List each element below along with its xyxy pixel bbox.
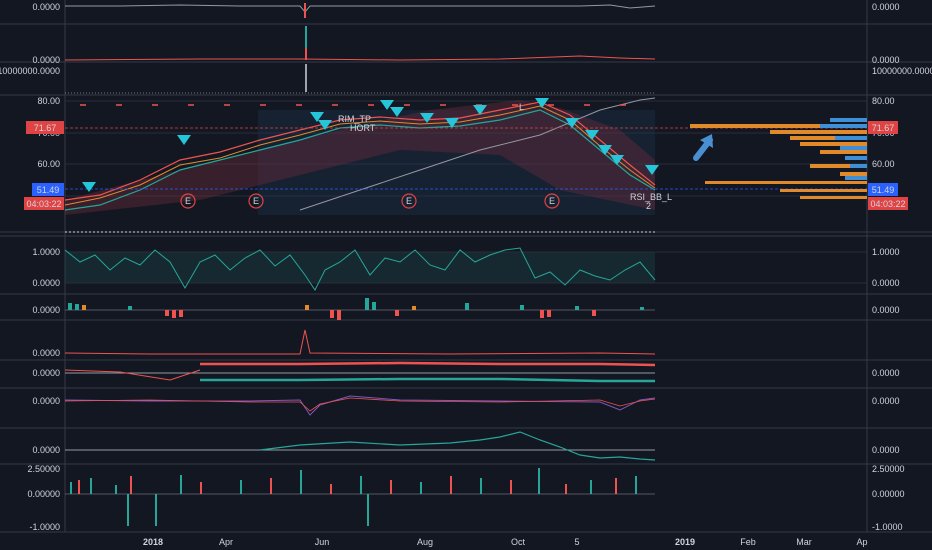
svg-text:51.49: 51.49 xyxy=(872,185,895,195)
svg-text:-1.0000: -1.0000 xyxy=(29,522,60,532)
svg-text:0.0000: 0.0000 xyxy=(32,396,60,406)
svg-text:0.00000: 0.00000 xyxy=(872,489,905,499)
svg-text:Ap: Ap xyxy=(856,537,867,547)
svg-text:0.0000: 0.0000 xyxy=(32,305,60,315)
svg-text:2.50000: 2.50000 xyxy=(872,464,905,474)
price-badge-high-right: 71.67 xyxy=(868,121,898,134)
price-badge-last-right: 51.49 xyxy=(868,183,898,196)
svg-text:Jun: Jun xyxy=(315,537,330,547)
price-badge-last-left: 51.49 xyxy=(32,183,64,196)
svg-text:80.00: 80.00 xyxy=(37,96,60,106)
countdown-badge-right: 04:03:22 xyxy=(868,197,908,210)
svg-text:80.00: 80.00 xyxy=(872,96,895,106)
svg-text:71.67: 71.67 xyxy=(34,123,57,133)
svg-text:0.0000: 0.0000 xyxy=(872,2,900,12)
annotation-small: 2 xyxy=(646,201,651,211)
svg-text:Oct: Oct xyxy=(511,537,526,547)
svg-text:0.0000: 0.0000 xyxy=(32,55,60,65)
svg-text:E: E xyxy=(185,196,191,206)
svg-text:60.00: 60.00 xyxy=(37,159,60,169)
svg-text:1.0000: 1.0000 xyxy=(872,247,900,257)
svg-text:0.0000: 0.0000 xyxy=(32,445,60,455)
trading-chart[interactable]: E E E E RIM_TP HORT L RSI_BB_L 2 0.0000 … xyxy=(0,0,932,550)
svg-text:0.0000: 0.0000 xyxy=(32,368,60,378)
svg-text:2018: 2018 xyxy=(143,537,163,547)
svg-text:10000000.0000: 10000000.0000 xyxy=(0,66,60,76)
svg-text:2019: 2019 xyxy=(675,537,695,547)
svg-text:Apr: Apr xyxy=(219,537,233,547)
svg-text:5: 5 xyxy=(574,537,579,547)
svg-text:51.49: 51.49 xyxy=(37,185,60,195)
svg-text:E: E xyxy=(406,196,412,206)
svg-text:Feb: Feb xyxy=(740,537,756,547)
svg-text:0.0000: 0.0000 xyxy=(872,445,900,455)
svg-text:0.0000: 0.0000 xyxy=(32,278,60,288)
countdown-badge-left: 04:03:22 xyxy=(24,197,64,210)
svg-text:0.0000: 0.0000 xyxy=(872,368,900,378)
svg-text:04:03:22: 04:03:22 xyxy=(870,199,905,209)
price-badge-high-left: 71.67 xyxy=(26,121,64,134)
svg-text:71.67: 71.67 xyxy=(872,123,895,133)
svg-text:60.00: 60.00 xyxy=(872,159,895,169)
svg-text:Mar: Mar xyxy=(796,537,812,547)
svg-text:04:03:22: 04:03:22 xyxy=(26,199,61,209)
svg-text:Aug: Aug xyxy=(417,537,433,547)
svg-text:-1.0000: -1.0000 xyxy=(872,522,903,532)
svg-text:0.0000: 0.0000 xyxy=(872,278,900,288)
svg-text:0.0000: 0.0000 xyxy=(872,396,900,406)
annotation-short: HORT xyxy=(350,123,376,133)
svg-text:E: E xyxy=(253,196,259,206)
annotation-rsi: RSI_BB_L xyxy=(630,192,672,202)
svg-text:0.0000: 0.0000 xyxy=(872,55,900,65)
svg-text:0.00000: 0.00000 xyxy=(27,489,60,499)
svg-text:10000000.0000: 10000000.0000 xyxy=(872,66,932,76)
svg-text:E: E xyxy=(549,196,555,206)
svg-text:0.0000: 0.0000 xyxy=(32,348,60,358)
svg-text:0.0000: 0.0000 xyxy=(32,2,60,12)
svg-text:2.50000: 2.50000 xyxy=(27,464,60,474)
annotation-l: L xyxy=(519,102,524,112)
svg-text:0.0000: 0.0000 xyxy=(872,305,900,315)
svg-text:1.0000: 1.0000 xyxy=(32,247,60,257)
